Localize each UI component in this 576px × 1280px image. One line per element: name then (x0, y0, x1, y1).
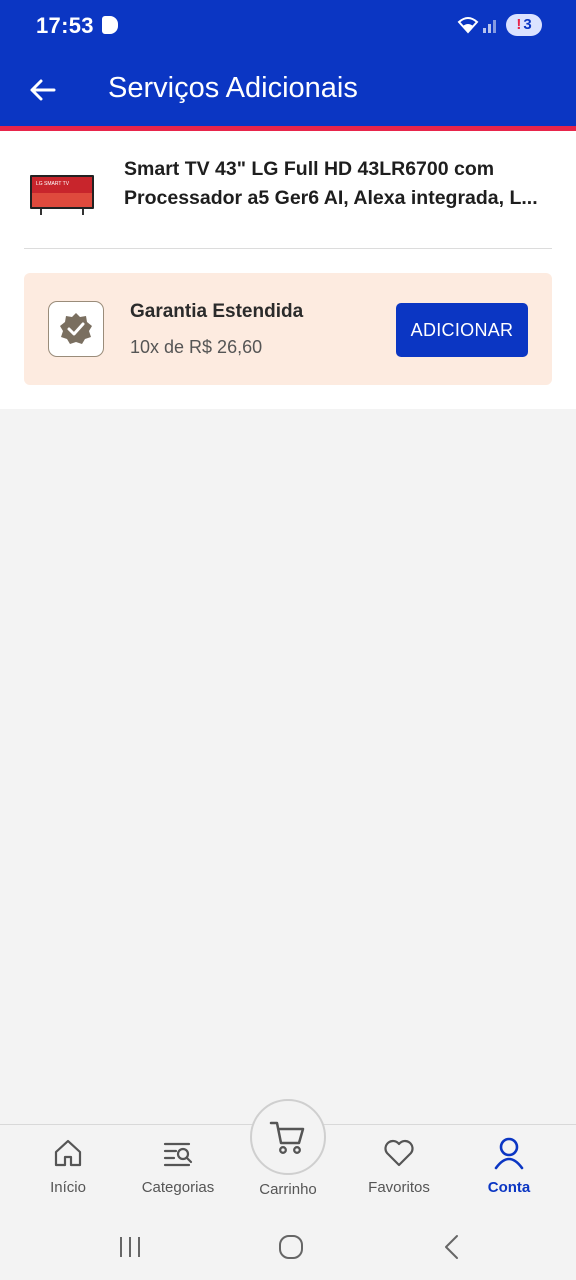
recent-apps-icon (120, 1237, 140, 1257)
system-navigation-bar (0, 1216, 576, 1280)
bottom-navigation: Início Categorias Carrinho Favoritos Con… (0, 1099, 576, 1216)
categories-icon (163, 1142, 193, 1167)
cart-button[interactable] (250, 1099, 326, 1175)
content-panel: LG SMART TV Smart TV 43" LG Full HD 43LR… (0, 131, 576, 409)
recent-apps-button[interactable] (116, 1232, 144, 1262)
signal-icon (483, 20, 496, 33)
status-bar: 17:53 ! 3 (0, 0, 576, 52)
app-notification-icon (102, 16, 118, 34)
wifi-icon (457, 17, 479, 34)
product-name: Smart TV 43" LG Full HD 43LR6700 com Pro… (124, 155, 556, 213)
verified-badge-icon (60, 313, 92, 344)
status-time: 17:53 (36, 13, 94, 38)
nav-label-inicio: Início (50, 1179, 86, 1196)
back-button[interactable] (22, 70, 62, 110)
add-service-button[interactable]: ADICIONAR (396, 303, 528, 357)
home-circle-icon (279, 1235, 303, 1259)
product-thumbnail[interactable]: LG SMART TV (28, 171, 96, 217)
page-title: Serviços Adicionais (108, 72, 358, 104)
system-back-button[interactable] (438, 1232, 466, 1262)
nav-item-categorias[interactable]: Categorias (128, 1135, 228, 1196)
divider (24, 248, 552, 249)
warranty-badge (48, 301, 104, 357)
product-name-line1: Smart TV 43" LG Full HD 43LR6700 com (124, 158, 495, 180)
nav-item-conta[interactable]: Conta (459, 1135, 559, 1196)
home-button[interactable] (276, 1232, 306, 1262)
chevron-left-icon (445, 1235, 458, 1259)
service-title: Garantia Estendida (130, 301, 304, 322)
nav-label-carrinho[interactable]: Carrinho (238, 1181, 338, 1198)
nav-label-conta: Conta (487, 1179, 531, 1196)
cart-icon (269, 1121, 305, 1154)
heart-icon (384, 1139, 414, 1167)
nav-label-categorias: Categorias (141, 1179, 215, 1196)
product-name-line2: Processador a5 Ger6 AI, Alexa integrada,… (124, 187, 538, 209)
nav-item-inicio[interactable]: Início (18, 1135, 118, 1196)
thumbnail-text: LG SMART TV (36, 181, 70, 187)
nav-item-favoritos[interactable]: Favoritos (349, 1135, 449, 1196)
nav-label-favoritos: Favoritos (368, 1179, 430, 1196)
battery-level: 3 (523, 16, 532, 33)
home-icon (54, 1139, 82, 1167)
user-icon (494, 1137, 524, 1170)
battery-indicator: ! 3 (506, 14, 542, 36)
service-price: 10x de R$ 26,60 (130, 337, 263, 357)
arrow-left-icon (30, 79, 56, 101)
extended-warranty-card: Garantia Estendida 10x de R$ 26,60 ADICI… (24, 273, 552, 385)
